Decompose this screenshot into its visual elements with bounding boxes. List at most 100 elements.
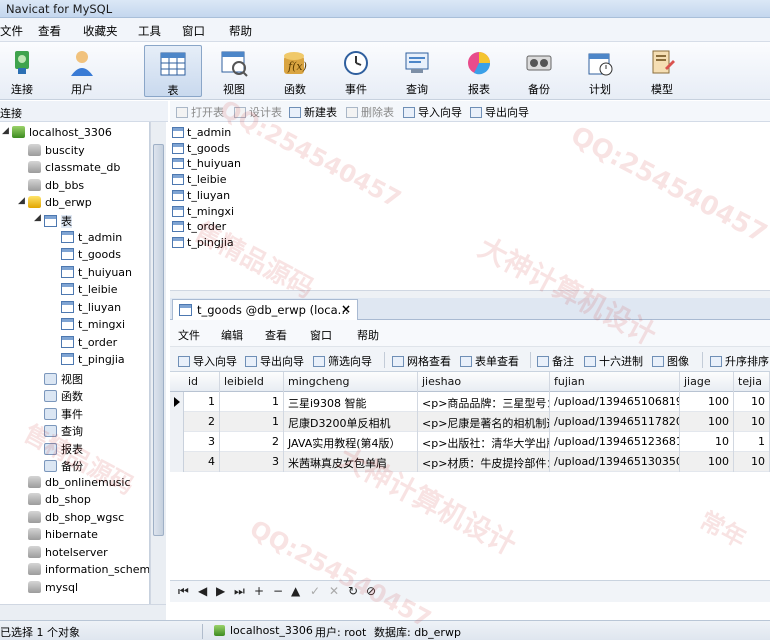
tree-table[interactable]: t_pingjia: [61, 353, 125, 370]
delete-record-icon[interactable]: −: [273, 584, 283, 598]
collapse-icon[interactable]: ◢: [18, 196, 25, 206]
object-item[interactable]: t_mingxi: [172, 205, 234, 221]
submenu-help[interactable]: 帮助: [357, 327, 379, 343]
cell[interactable]: /upload/1394651303505.: [550, 452, 680, 472]
tree-db-open[interactable]: db_erwp: [28, 196, 92, 213]
tree-db[interactable]: hibernate: [28, 528, 98, 545]
submenu-view[interactable]: 查看: [265, 327, 287, 343]
cell[interactable]: 米茜琳真皮女包单肩: [284, 452, 418, 472]
sort-ascending-button[interactable]: 升序排序: [710, 353, 769, 369]
open-table-button[interactable]: 打开表: [176, 104, 224, 119]
cell[interactable]: 10: [734, 412, 770, 432]
tree-table[interactable]: t_huiyuan: [61, 266, 132, 283]
cell[interactable]: 1: [184, 392, 220, 412]
cell[interactable]: 1: [734, 432, 770, 452]
toolbar-connect-button[interactable]: 连接: [0, 45, 51, 97]
next-record-icon[interactable]: ▶: [216, 584, 225, 598]
last-record-icon[interactable]: ⏭: [234, 584, 245, 599]
cell[interactable]: JAVA实用教程(第4版）: [284, 432, 418, 452]
menu-window[interactable]: 窗口: [182, 23, 205, 39]
toolbar-query-button[interactable]: 查询: [388, 45, 446, 97]
toolbar-table-button[interactable]: 表: [144, 45, 202, 97]
hex-button[interactable]: 十六进制: [584, 353, 643, 369]
toolbar-event-button[interactable]: 事件: [327, 45, 385, 97]
tree-views-node[interactable]: 视图: [44, 371, 83, 388]
refresh-icon[interactable]: ↻: [348, 584, 358, 598]
object-item[interactable]: t_huiyuan: [172, 157, 241, 173]
tree-db[interactable]: buscity: [28, 144, 85, 161]
cell[interactable]: 100: [680, 412, 734, 432]
tree-db[interactable]: db_bbs: [28, 179, 84, 196]
column-header[interactable]: jieshao: [418, 372, 550, 392]
add-record-icon[interactable]: +: [254, 584, 264, 598]
tree-db[interactable]: db_shop_wgsc: [28, 511, 124, 528]
design-table-button[interactable]: 设计表: [234, 104, 282, 119]
new-table-button[interactable]: 新建表: [289, 104, 337, 119]
row-indicator[interactable]: [170, 412, 184, 432]
row-indicator[interactable]: [170, 452, 184, 472]
menu-view[interactable]: 查看: [38, 23, 61, 39]
tree-db[interactable]: information_schema: [28, 563, 149, 580]
stop-icon[interactable]: ⊘: [366, 584, 376, 598]
tree-table[interactable]: t_leibie: [61, 283, 118, 300]
cell[interactable]: 10: [734, 452, 770, 472]
submenu-edit[interactable]: 编辑: [221, 327, 243, 343]
export-wizard-button[interactable]: 导出向导: [245, 353, 304, 369]
column-header[interactable]: mingcheng: [284, 372, 418, 392]
cell[interactable]: 10: [734, 392, 770, 412]
import-wizard-button[interactable]: 导入向导: [178, 353, 237, 369]
cell[interactable]: 10: [680, 432, 734, 452]
cell[interactable]: 100: [680, 392, 734, 412]
menu-file[interactable]: 文件: [0, 23, 23, 39]
tree-db[interactable]: hotelserver: [28, 546, 108, 563]
close-icon[interactable]: ×: [341, 302, 351, 316]
toolbar-backup-button[interactable]: 备份: [510, 45, 568, 97]
apply-changes-icon[interactable]: ✓: [310, 584, 320, 598]
tree-scrollbar[interactable]: [150, 122, 166, 604]
scrollbar-thumb[interactable]: [153, 144, 164, 536]
cell[interactable]: 尼康D3200单反相机: [284, 412, 418, 432]
tree-db[interactable]: db_shop: [28, 493, 91, 510]
toolbar-model-button[interactable]: 模型: [633, 45, 691, 97]
tree-db[interactable]: classmate_db: [28, 161, 120, 178]
cell[interactable]: 2: [184, 412, 220, 432]
tree-queries-node[interactable]: 查询: [44, 423, 83, 440]
toolbar-function-button[interactable]: f(x) 函数: [266, 45, 324, 97]
tree-table[interactable]: t_mingxi: [61, 318, 125, 335]
menu-help[interactable]: 帮助: [229, 23, 252, 39]
cell[interactable]: <p>材质：牛皮提拎部件：: [418, 452, 550, 472]
discard-changes-icon[interactable]: ✕: [329, 584, 339, 598]
toolbar-view-button[interactable]: 视图: [205, 45, 263, 97]
submenu-window[interactable]: 窗口: [310, 327, 332, 343]
object-item[interactable]: t_order: [172, 220, 226, 236]
cell[interactable]: <p>出版社：清华大学出版: [418, 432, 550, 452]
panel-splitter[interactable]: [170, 290, 770, 298]
tree-db[interactable]: db_onlinemusic: [28, 476, 131, 493]
column-header[interactable]: jiage: [680, 372, 734, 392]
cell[interactable]: 4: [184, 452, 220, 472]
tree-horizontal-scrollbar[interactable]: [0, 604, 166, 620]
object-item[interactable]: t_pingjia: [172, 236, 234, 252]
cell[interactable]: 1: [220, 412, 284, 432]
submenu-file[interactable]: 文件: [178, 327, 200, 343]
grid-view-button[interactable]: 网格查看: [392, 353, 451, 369]
cell[interactable]: /upload/1394651236818.: [550, 432, 680, 452]
column-header[interactable]: fujian: [550, 372, 680, 392]
tree-table[interactable]: t_liuyan: [61, 301, 121, 318]
object-item[interactable]: t_goods: [172, 142, 230, 158]
row-indicator[interactable]: [170, 392, 184, 412]
tree-db[interactable]: mysql: [28, 581, 78, 598]
object-item[interactable]: t_liuyan: [172, 189, 230, 205]
tab-t-goods[interactable]: t_goods @db_erwp (loca... ×: [172, 299, 358, 320]
tree-reports-node[interactable]: 报表: [44, 441, 83, 458]
column-header[interactable]: tejia: [734, 372, 770, 392]
toolbar-user-button[interactable]: 用户: [53, 45, 111, 97]
cell[interactable]: 三星i9308 智能: [284, 392, 418, 412]
column-header[interactable]: leibieId: [220, 372, 284, 392]
table-row[interactable]: 1 1 三星i9308 智能 <p>商品品牌：三星型号： /upload/139…: [170, 392, 770, 412]
table-row[interactable]: 3 2 JAVA实用教程(第4版） <p>出版社：清华大学出版 /upload/…: [170, 432, 770, 452]
table-row[interactable]: 2 1 尼康D3200单反相机 <p>尼康是著名的相机制造 /upload/13…: [170, 412, 770, 432]
first-record-icon[interactable]: ⏮: [178, 584, 189, 599]
tree-tables-node[interactable]: 表: [44, 213, 72, 230]
cell[interactable]: 1: [220, 392, 284, 412]
